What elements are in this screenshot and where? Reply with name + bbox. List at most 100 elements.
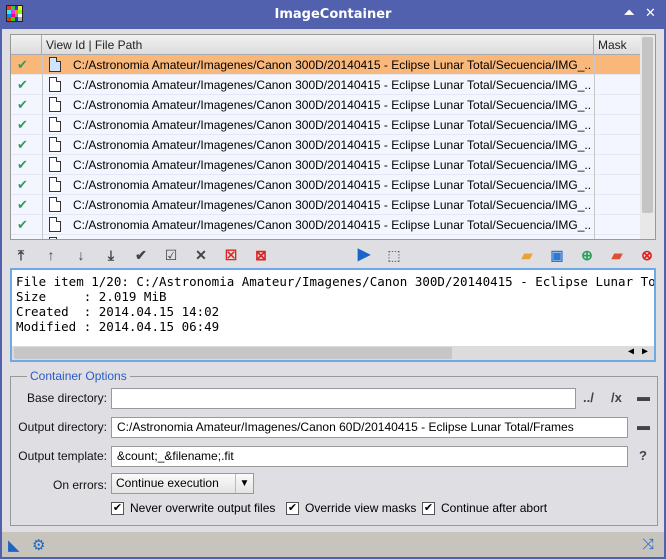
- info-created: Created : 2014.04.15 14:02: [16, 304, 220, 319]
- check-icon[interactable]: ✔: [17, 177, 28, 193]
- file-list-table[interactable]: View Id | File Path Mask ✔ C:/Astronomia …: [10, 34, 656, 240]
- title-bar: ImageContainer ⏶ ✕: [2, 0, 664, 29]
- checkbox-label: Continue after abort: [441, 501, 548, 515]
- scroll-thumb[interactable]: [14, 347, 452, 359]
- check-icon[interactable]: ✔: [17, 197, 28, 213]
- output-template-input[interactable]: &count;_&filename;.fit: [111, 446, 628, 467]
- file-path: C:/Astronomia Amateur/Imagenes/Canon 300…: [73, 58, 591, 72]
- folder-icon[interactable]: ▬: [637, 389, 650, 404]
- image-container-window: ImageContainer ⏶ ✕ View Id | File Path M…: [2, 0, 664, 557]
- table-header: View Id | File Path Mask: [11, 35, 641, 55]
- file-icon: [49, 177, 61, 192]
- close-icon[interactable]: ✕: [645, 6, 656, 22]
- on-errors-value: Continue execution: [116, 476, 219, 490]
- execute-icon[interactable]: ▶: [355, 246, 373, 264]
- file-path: C:/Astronomia Amateur/Imagenes/Canon 300…: [73, 218, 591, 232]
- bottom-bar: ◣ ⚙ ⤨: [2, 532, 664, 557]
- output-directory-label: Output directory:: [18, 420, 107, 434]
- window-title: ImageContainer: [274, 7, 392, 22]
- table-row[interactable]: ✔ C:/Astronomia Amateur/Imagenes/Canon 30…: [11, 95, 641, 115]
- move-down-icon[interactable]: ↓: [72, 246, 90, 264]
- on-errors-select[interactable]: Continue execution ▼: [111, 473, 254, 494]
- shade-icon[interactable]: ⏶: [624, 6, 634, 22]
- help-button[interactable]: ?: [639, 448, 647, 463]
- vertical-scrollbar[interactable]: [640, 35, 655, 239]
- scroll-right-icon[interactable]: ▶: [642, 346, 648, 357]
- file-path: C:/Astronomia Amateur/Imagenes/Canon 300…: [73, 198, 591, 212]
- table-row[interactable]: ✔ C:/Astronomia Amateur/Imagenes/Canon 30…: [11, 135, 641, 155]
- file-path: C:/Astronomia Amateur/Imagenes/Canon 300…: [73, 98, 591, 112]
- output-directory-input[interactable]: C:/Astronomia Amateur/Imagenes/Canon 60D…: [111, 417, 628, 438]
- checkbox-icon: ✔: [111, 502, 124, 516]
- info-modified: Modified : 2014.04.15 06:49: [16, 319, 220, 334]
- checkbox-label: Never overwrite output files: [130, 501, 276, 515]
- clear-base-directory-button[interactable]: /x: [611, 390, 622, 405]
- remove-icon[interactable]: ✕: [192, 246, 210, 264]
- scroll-thumb[interactable]: [642, 37, 653, 213]
- file-path: C:/Astronomia Amateur/Imagenes/Canon 300…: [73, 158, 591, 172]
- check-icon[interactable]: ✔: [17, 217, 28, 233]
- on-errors-label: On errors:: [52, 478, 107, 492]
- table-row[interactable]: ✔ C:/Astronomia Amateur/Imagenes/Canon 30…: [11, 195, 641, 215]
- file-path: C:/Astronomia Amateur/Imagenes/Canon 300…: [73, 138, 591, 152]
- add-file-icon[interactable]: ⊕: [578, 246, 596, 264]
- checkbox-label: Override view masks: [305, 501, 417, 515]
- check-icon[interactable]: ✔: [17, 137, 28, 153]
- move-to-bottom-icon[interactable]: ⤓: [102, 246, 120, 264]
- table-row[interactable]: ✔ C:/Astronomia Amateur/Imagenes/Canon 30…: [11, 115, 641, 135]
- horizontal-scrollbar[interactable]: ◀ ▶: [12, 346, 654, 360]
- folder-icon[interactable]: ▬: [637, 418, 650, 433]
- table-row[interactable]: ✔ C:/Astronomia Amateur/Imagenes/Canon 30…: [11, 155, 641, 175]
- base-directory-input[interactable]: [111, 388, 576, 409]
- file-path: C:/Astronomia Amateur/Imagenes/Canon 300…: [73, 178, 591, 192]
- column-header-path[interactable]: View Id | File Path: [42, 35, 594, 55]
- check-icon[interactable]: ✔: [17, 77, 28, 93]
- remove-folder-icon[interactable]: ▰: [608, 246, 626, 264]
- reset-icon[interactable]: ⤨: [642, 536, 654, 553]
- add-view-icon[interactable]: ▣: [548, 246, 566, 264]
- container-options-group: Container Options Base directory: ../ /x…: [10, 369, 658, 526]
- override-masks-checkbox[interactable]: ✔ Override view masks: [286, 501, 416, 516]
- group-legend: Container Options: [27, 369, 130, 383]
- select-view-icon[interactable]: ⬚: [385, 246, 403, 264]
- new-instance-icon[interactable]: ◣: [8, 536, 20, 554]
- enable-icon[interactable]: ✔: [132, 246, 150, 264]
- file-icon: [49, 117, 61, 132]
- column-header-mask[interactable]: Mask: [594, 35, 641, 55]
- file-icon: [49, 137, 61, 152]
- info-size: Size : 2.019 MiB: [16, 289, 167, 304]
- check-icon[interactable]: ✔: [17, 117, 28, 133]
- toggle-all-icon[interactable]: ☑: [162, 246, 180, 264]
- remove-view-icon[interactable]: ⊗: [638, 246, 656, 264]
- file-icon: [49, 237, 61, 239]
- file-path: C:/Astronomia Amateur/Imagenes/Canon 300…: [73, 78, 591, 92]
- parent-directory-button[interactable]: ../: [583, 390, 594, 405]
- table-row[interactable]: ✔ C:/Astronomia Amateur/Imagenes/Canon 30…: [11, 175, 641, 195]
- never-overwrite-checkbox[interactable]: ✔ Never overwrite output files: [111, 501, 275, 516]
- check-icon[interactable]: ✔: [17, 97, 28, 113]
- info-line: File item 1/20: C:/Astronomia Amateur/Im…: [16, 274, 656, 289]
- table-row[interactable]: [11, 235, 641, 239]
- app-icon: [6, 5, 23, 22]
- file-icon: [49, 57, 61, 72]
- output-template-label: Output template:: [18, 449, 107, 463]
- file-icon: [49, 197, 61, 212]
- file-path: C:/Astronomia Amateur/Imagenes/Canon 300…: [73, 118, 591, 132]
- table-row[interactable]: ✔ C:/Astronomia Amateur/Imagenes/Canon 30…: [11, 215, 641, 235]
- move-up-icon[interactable]: ↑: [42, 246, 60, 264]
- column-header-status[interactable]: [11, 35, 42, 55]
- table-row[interactable]: ✔ C:/Astronomia Amateur/Imagenes/Canon 30…: [11, 75, 641, 95]
- gear-icon[interactable]: ⚙: [32, 536, 45, 554]
- add-folder-icon[interactable]: ▰: [518, 246, 536, 264]
- checkbox-icon: ✔: [422, 502, 435, 516]
- scroll-left-icon[interactable]: ◀: [628, 346, 634, 357]
- continue-after-abort-checkbox[interactable]: ✔ Continue after abort: [422, 501, 547, 516]
- check-icon[interactable]: ✔: [17, 157, 28, 173]
- check-icon[interactable]: ✔: [17, 57, 28, 73]
- move-to-top-icon[interactable]: ⤒: [12, 246, 30, 264]
- clear-all-icon[interactable]: ⊠: [252, 246, 270, 264]
- file-icon: [49, 77, 61, 92]
- remove-selected-icon[interactable]: ☒: [222, 246, 240, 264]
- file-icon: [49, 157, 61, 172]
- table-row[interactable]: ✔ C:/Astronomia Amateur/Imagenes/Canon 30…: [11, 55, 641, 75]
